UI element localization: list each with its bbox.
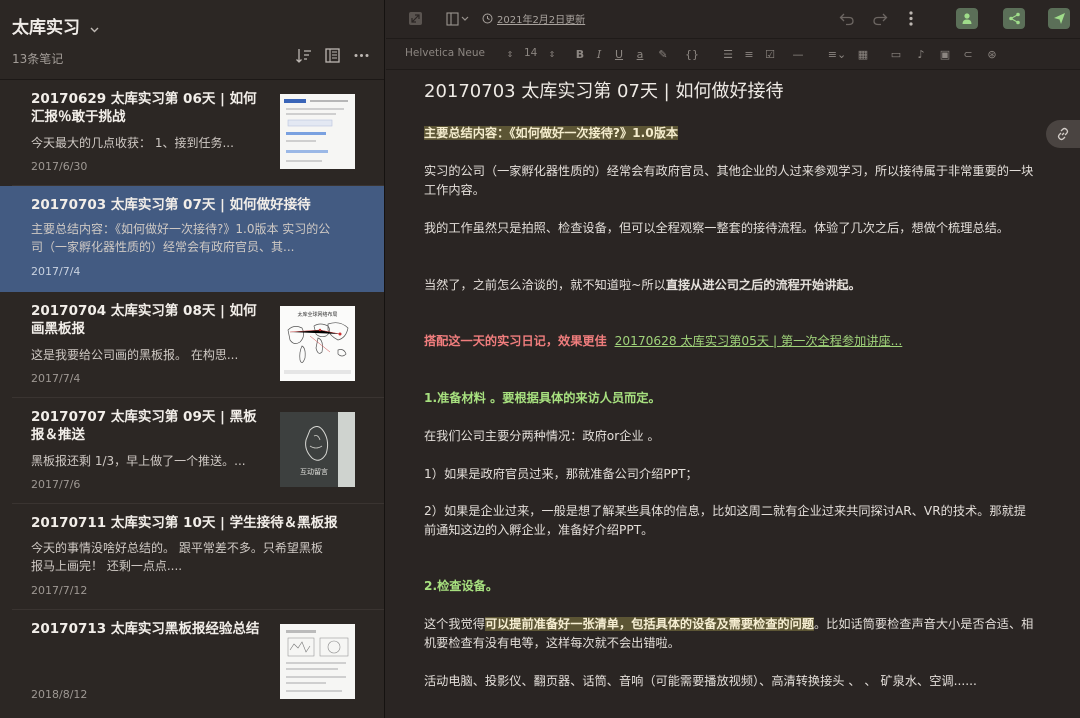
paragraph-7-highlight: 可以提前准备好一张清单，包括具体的设备及需要检查的问题 <box>484 617 814 631</box>
paragraph-3: 当然了，之前怎么洽谈的，就不知道啦~所以直接从进公司之后的流程开始讲起。 <box>424 276 1034 295</box>
section-heading-2: 2.检查设备。 <box>424 579 499 593</box>
last-updated[interactable]: 2021年2月2日更新 <box>482 11 585 26</box>
summary-highlight: 主要总结内容：《如何做好一次接待?》1.0版本 <box>424 126 679 140</box>
chalk-text: 互动留言 <box>300 467 328 476</box>
note-content[interactable]: 20170703 太库实习第 07天 | 如何做好接待 主要总结内容：《如何做好… <box>424 80 1044 688</box>
paragraph-6: 2）如果是企业过来，一般是想了解某些具体的信息，比如这周二就有企业过来共同探讨A… <box>424 504 1026 537</box>
editor-panel: 2021年2月2日更新 Helvetica Neue ⇕ 14 ⇕ B I U … <box>386 0 1080 718</box>
note-date: 2017/7/12 <box>31 584 88 597</box>
paragraph-5: 1）如果是政府官员过来，那就准备公司介绍PPT； <box>424 467 698 481</box>
note-date: 2017/7/4 <box>31 372 81 385</box>
user-plus-icon <box>962 13 971 24</box>
redo-icon[interactable] <box>871 9 889 28</box>
paragraph-7: 这个我觉得可以提前准备好一张清单，包括具体的设备及需要检查的问题。比如话筒要检查… <box>424 615 1034 653</box>
note-title: 20170711 太库实习第 10天 | 学生接待＆黑板报 <box>31 515 338 531</box>
sort-icon[interactable] <box>294 46 312 64</box>
notebook-title: 太库实习 <box>12 17 80 38</box>
note-count: 13条笔记 <box>12 52 64 66</box>
paragraph-3-bold: 直接从进公司之后的流程开始讲起。 <box>665 278 861 292</box>
text-color-icon[interactable]: a <box>632 46 648 62</box>
note-title: 20170713 太库实习黑板报经验总结 <box>31 621 260 637</box>
note-snippet: 这是我要给公司画的黑板报。 在构思... <box>31 348 239 362</box>
note-list-item[interactable]: 20170629 太库实习第 06天 | 如何汇报％敢于挑战 今天最大的几点收获… <box>0 80 384 186</box>
list-toolbar <box>294 46 370 64</box>
send-icon <box>1053 13 1065 24</box>
send-button[interactable] <box>1048 8 1070 29</box>
related-note-line: 搭配这一天的实习日记，效果更佳 20170628 太库实习第05天 | 第一次全… <box>424 332 1034 351</box>
note-date: 2017/6/30 <box>31 160 88 173</box>
note-list-item[interactable]: 20170707 太库实习第 09天 | 黑板报＆推送 黑板报还剩 1/3，早上… <box>0 398 384 504</box>
underline-icon[interactable]: U <box>611 46 627 62</box>
mention-icon[interactable]: ⊛ <box>984 46 1000 62</box>
note-title: 20170707 太库实习第 09天 | 黑板报＆推送 <box>31 409 257 443</box>
format-toolbar: Helvetica Neue ⇕ 14 ⇕ B I U a ✎ {} ☰ ≡ ☑… <box>386 38 1080 70</box>
note-list-item-selected[interactable]: 20170703 太库实习第 07天 | 如何做好接待 主要总结内容：《如何做好… <box>0 186 384 292</box>
more-icon[interactable] <box>352 46 370 64</box>
sidebar-toggle-icon[interactable] <box>446 9 470 28</box>
microphone-icon[interactable]: ♪ <box>913 46 929 62</box>
last-updated-text: 2021年2月2日更新 <box>497 15 586 26</box>
note-title: 20170704 太库实习第 08天 | 如何画黑板报 <box>31 303 257 337</box>
note-title: 20170703 太库实习第 07天 | 如何做好接待 <box>31 197 311 213</box>
note-list-item[interactable]: 20170704 太库实习第 08天 | 如何画黑板报 这是我要给公司画的黑板报… <box>0 292 384 398</box>
note-list-item[interactable]: 20170713 太库实习黑板报经验总结 2018/8/12 <box>0 610 384 716</box>
paragraph-3-text: 当然了，之前怎么洽谈的，就不知道啦~所以 <box>424 278 666 292</box>
font-size-select[interactable]: 14 <box>524 47 537 59</box>
chevron-down-icon[interactable] <box>89 20 100 32</box>
font-select-arrow-icon[interactable]: ⇕ <box>502 46 518 62</box>
size-select-arrow-icon[interactable]: ⇕ <box>544 46 560 62</box>
table-icon[interactable]: ▦ <box>855 46 871 62</box>
paragraph-7-text: 这个我觉得 <box>424 617 485 631</box>
numbered-list-icon[interactable]: ≡ <box>741 46 757 62</box>
copy-link-button[interactable] <box>1046 120 1080 148</box>
clock-icon <box>482 13 493 24</box>
summary-line: 主要总结内容：《如何做好一次接待?》1.0版本 <box>424 124 1034 143</box>
note-snippet: 主要总结内容：《如何做好一次接待?》1.0版本 实习的公司（一家孵化器性质的）经… <box>31 222 331 254</box>
attachment-icon[interactable]: ⊂ <box>960 46 976 62</box>
paragraph-4: 在我们公司主要分两种情况：政府or企业 。 <box>424 429 660 443</box>
undo-icon[interactable] <box>838 9 856 28</box>
link-icon <box>1057 127 1069 141</box>
highlight-icon[interactable]: ✎ <box>655 46 671 62</box>
checklist-icon[interactable]: ☑ <box>762 46 778 62</box>
map-thumb-title: 太库全球网络布局 <box>297 311 337 318</box>
note-snippet: 今天最大的几点收获： 1、接到任务... <box>31 136 234 150</box>
view-layout-icon[interactable] <box>323 46 341 64</box>
section-heading-1: 1.准备材料 。要根据具体的来访人员而定。 <box>424 391 661 405</box>
note-date: 2017/7/6 <box>31 478 81 491</box>
divider-icon[interactable]: — <box>790 46 806 62</box>
share-button[interactable] <box>1003 8 1025 29</box>
bold-icon[interactable]: B <box>572 46 588 62</box>
note-thumbnail <box>280 624 355 699</box>
code-icon[interactable]: {} <box>681 46 703 62</box>
attachment-box-icon[interactable]: ▭ <box>888 46 904 62</box>
note-list-panel: 太库实习 13条笔记 20170629 太库实习第 06天 | 如何汇报％敢于挑… <box>0 0 385 718</box>
align-icon[interactable]: ≡⌄ <box>826 46 848 62</box>
paragraph-2: 我的工作虽然只是拍照、检查设备，但可以全程观察一整套的接待流程。体验了几次之后，… <box>424 221 1009 235</box>
note-heading[interactable]: 20170703 太库实习第 07天 | 如何做好接待 <box>424 80 1044 104</box>
note-snippet: 黑板报还剩 1/3，早上做了一个推送。... <box>31 454 246 468</box>
share-icon <box>1008 12 1020 25</box>
note-title: 20170629 太库实习第 06天 | 如何汇报％敢于挑战 <box>31 91 257 125</box>
paragraph-1: 实习的公司（一家孵化器性质的）经常会有政府官员、其他企业的人过来参观学习，所以接… <box>424 164 1034 197</box>
notebook-header[interactable]: 太库实习 <box>12 12 100 38</box>
related-note-label: 搭配这一天的实习日记，效果更佳 <box>424 334 607 348</box>
insert-image-icon[interactable]: ▣ <box>937 46 953 62</box>
note-date: 2017/7/4 <box>31 265 81 278</box>
bullet-list-icon[interactable]: ☰ <box>720 46 736 62</box>
editor-topbar: 2021年2月2日更新 <box>386 0 1080 38</box>
related-note-link[interactable]: 20170628 太库实习第05天 | 第一次全程参加讲座... <box>615 334 903 348</box>
paragraph-8: 活动电脑、投影仪、翻页器、话筒、音响（可能需要播放视频）、高清转换接头 、 、 … <box>424 674 977 688</box>
note-date: 2018/8/12 <box>31 688 88 701</box>
note-list-item[interactable]: 20170711 太库实习第 10天 | 学生接待＆黑板报 今天的事情没啥好总结… <box>0 504 384 610</box>
note-thumbnail: 太库全球网络布局 <box>280 306 355 381</box>
font-family-select[interactable]: Helvetica Neue <box>405 47 485 59</box>
note-thumbnail: 互动留言 <box>280 412 355 487</box>
share-user-button[interactable] <box>956 8 978 29</box>
more-vertical-icon[interactable] <box>904 9 918 28</box>
note-thumbnail <box>280 94 355 169</box>
expand-icon[interactable] <box>406 9 424 28</box>
italic-icon[interactable]: I <box>591 46 607 62</box>
note-snippet: 今天的事情没啥好总结的。 跟平常差不多。只希望黑板报马上画完！ 还剩一点点...… <box>31 541 323 573</box>
